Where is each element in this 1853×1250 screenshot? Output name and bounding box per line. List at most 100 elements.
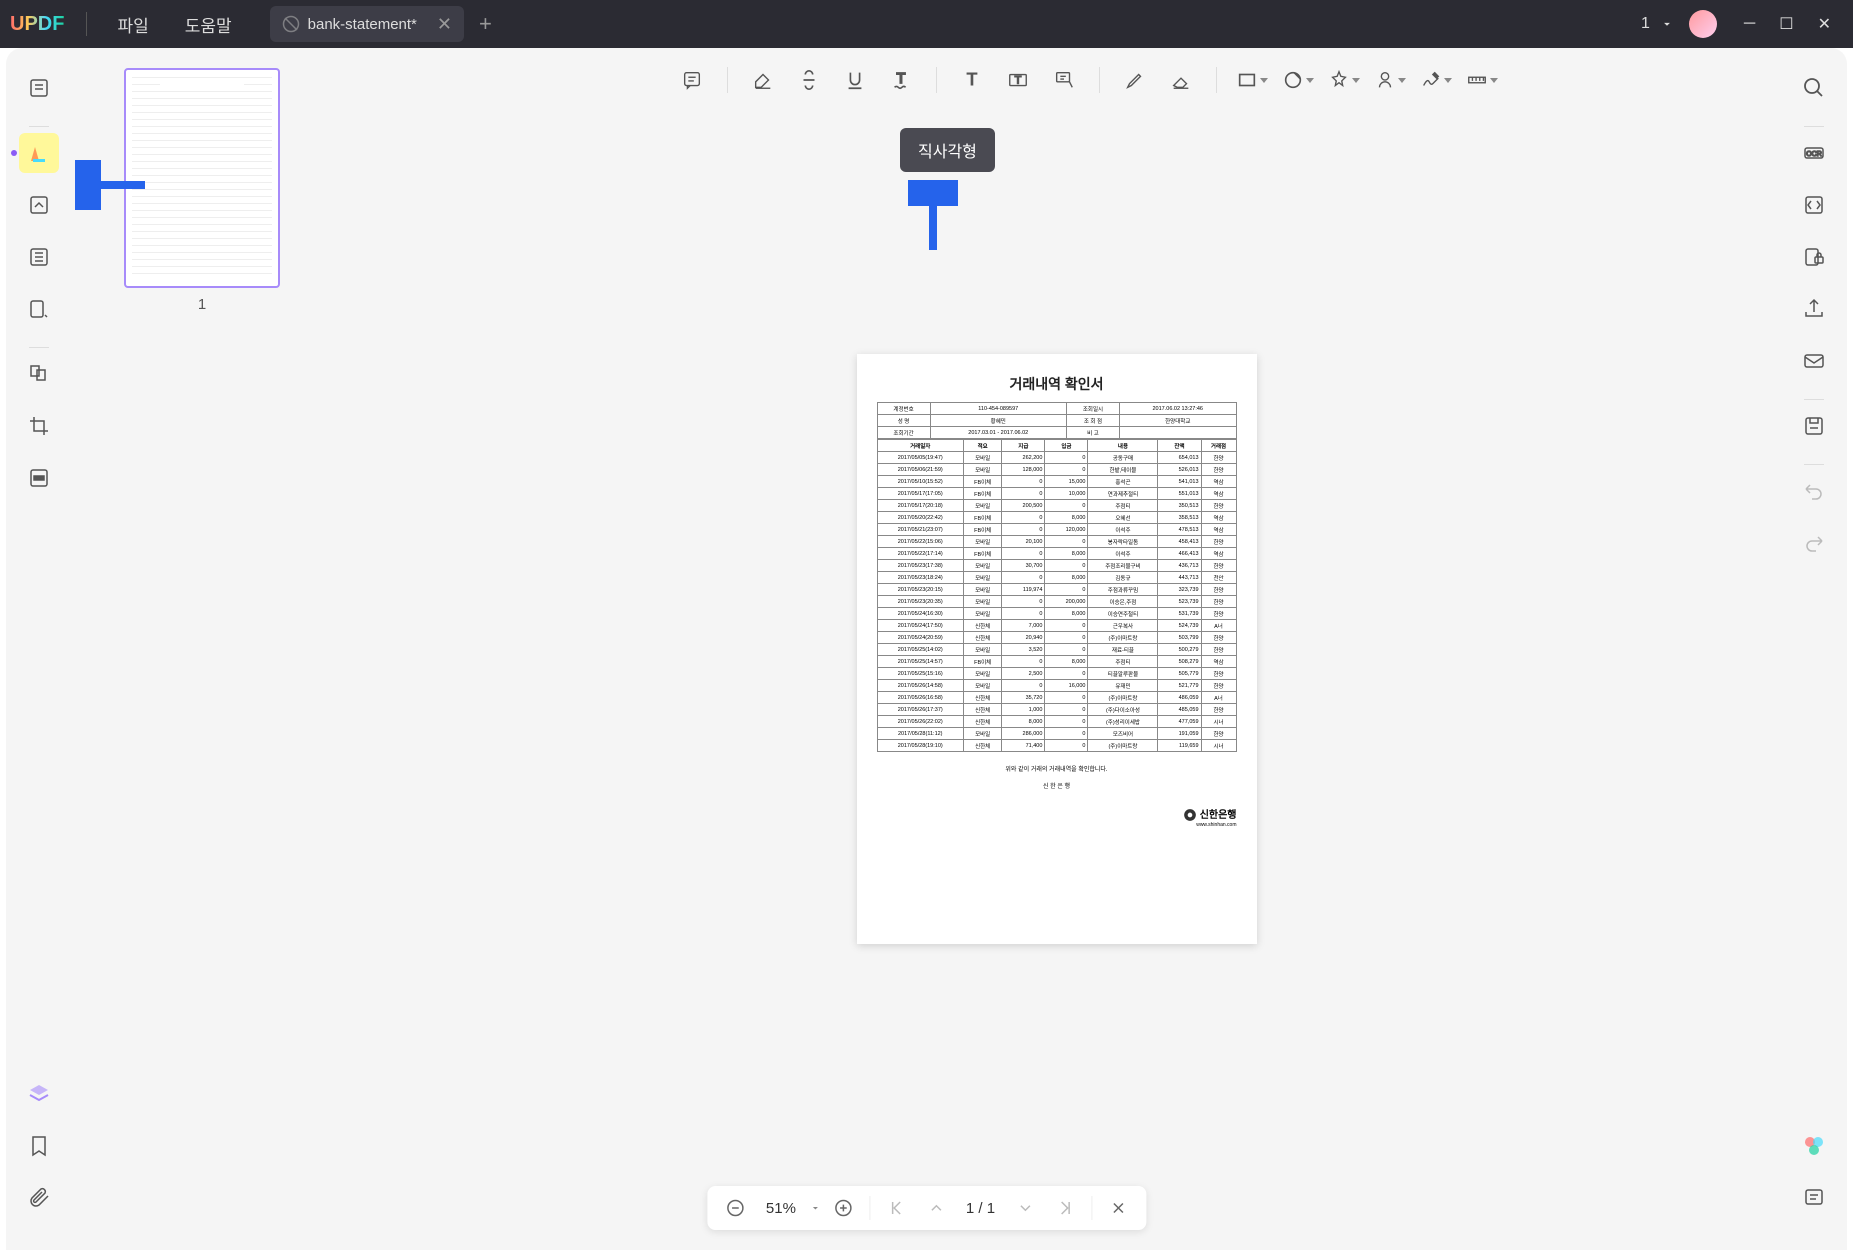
form-tool[interactable] [19, 237, 59, 277]
table-row: 2017/05/24(17:50)신한체7,0000근우복사524,739A너 [877, 620, 1236, 632]
zoom-dropdown-icon[interactable] [809, 1202, 821, 1214]
squiggly-tool[interactable]: T [882, 61, 920, 99]
pencil-tool[interactable] [1116, 61, 1154, 99]
share-icon[interactable] [1794, 289, 1834, 329]
textbox-tool[interactable]: T [999, 61, 1037, 99]
table-row: 2017/05/24(20:59)신한체20,9400(주)이마트랑503,79… [877, 632, 1236, 644]
table-row: 2017/05/20(22:42)FB이체08,000오혜선358,513역삼 [877, 512, 1236, 524]
zoom-level[interactable]: 51% [757, 1200, 805, 1217]
table-header: 내용 [1088, 440, 1158, 452]
reader-tool[interactable] [19, 68, 59, 108]
close-nav-icon[interactable] [1100, 1190, 1136, 1226]
menu-help[interactable]: 도움말 [185, 12, 232, 37]
email-icon[interactable] [1794, 341, 1834, 381]
chevron-down-icon[interactable] [1660, 17, 1674, 31]
table-row: 2017/05/23(17:38)모바일30,7000주점조리물구비436,71… [877, 560, 1236, 572]
text-tool[interactable]: T [953, 61, 991, 99]
table-row: 2017/05/22(15:06)모바일20,1000봉자락타일돔458,413… [877, 536, 1236, 548]
table-row: 2017/05/17(17:05)FB이체010,000연과제추절티551,01… [877, 488, 1236, 500]
avatar[interactable] [1689, 10, 1717, 38]
table-row: 2017/05/26(17:37)신한체1,0000(주)다이소아성485,05… [877, 704, 1236, 716]
sticker-tool[interactable] [1371, 61, 1409, 99]
thumbnail-panel: 1 [72, 48, 332, 1250]
first-page-icon[interactable] [878, 1190, 914, 1226]
table-row: 2017/05/23(18:24)모바일08,000김동규443,713천안 [877, 572, 1236, 584]
menu-file[interactable]: 파일 [117, 12, 148, 37]
last-page-icon[interactable] [1047, 1190, 1083, 1226]
bookmark-tool[interactable] [19, 1126, 59, 1166]
page-navigation: 51% 1 / 1 [707, 1186, 1146, 1230]
rectangle-tool[interactable] [1233, 61, 1271, 99]
page-indicator[interactable]: 1 / 1 [958, 1200, 1003, 1217]
maximize-icon[interactable]: ☐ [1767, 14, 1805, 34]
stamp-tool[interactable] [1325, 61, 1363, 99]
thumbnail-label: 1 [198, 296, 206, 313]
close-icon[interactable]: ✕ [1806, 14, 1843, 34]
prev-page-icon[interactable] [918, 1190, 954, 1226]
strikethrough-tool[interactable] [790, 61, 828, 99]
comment-tool[interactable] [19, 133, 59, 173]
arrow-annotation [75, 160, 155, 210]
next-page-icon[interactable] [1007, 1190, 1043, 1226]
table-row: 2017/05/28(11:12)모바일286,0000모즈비어191,059한… [877, 728, 1236, 740]
table-row: 2017/05/23(20:15)모바일119,9740주점과류꾸밈323,73… [877, 584, 1236, 596]
tooltip: 직사각형 [900, 128, 995, 172]
note-tool[interactable] [673, 61, 711, 99]
table-row: 2017/05/25(14:02)모바일3,5200재료-티끌500,279한양 [877, 644, 1236, 656]
edit-tool[interactable] [19, 185, 59, 225]
left-sidebar [6, 48, 72, 1250]
titlebar: UPDF 파일 도움말 bank-statement* ✕ + 1 ─ ☐ ✕ [0, 0, 1853, 48]
doc-bank-center: 신 한 은 행 [877, 781, 1237, 790]
fill-sign-tool[interactable] [19, 289, 59, 329]
redact-tool[interactable] [19, 458, 59, 498]
table-row: 2017/05/26(14:58)모바일016,000유재민521,779한양 [877, 680, 1236, 692]
table-row: 2017/05/10(15:52)FB이체015,000홍석곤541,013역삼 [877, 476, 1236, 488]
svg-text:T: T [966, 69, 977, 90]
convert-icon[interactable] [1794, 185, 1834, 225]
attachment-tool[interactable] [19, 1178, 59, 1218]
table-row: 2017/05/06(21:59)모바일128,0000한밭,테이블526,01… [877, 464, 1236, 476]
minimize-icon[interactable]: ─ [1732, 15, 1767, 33]
signature-tool[interactable] [1417, 61, 1455, 99]
page-count[interactable]: 1 [1641, 15, 1650, 33]
svg-text:OCR: OCR [1806, 151, 1822, 158]
eraser-tool[interactable] [1162, 61, 1200, 99]
annotation-toolbar: T T T [400, 56, 1773, 104]
protect-icon[interactable] [1794, 237, 1834, 277]
undo-icon[interactable] [1794, 471, 1834, 511]
layers-tool[interactable] [19, 1074, 59, 1114]
right-sidebar: OCR [1781, 48, 1847, 1250]
callout-tool[interactable] [1045, 61, 1083, 99]
search-icon[interactable] [1794, 68, 1834, 108]
document-viewer: 거래내역 확인서 계정번호 110-454-089597 조회일시 2017.0… [332, 48, 1781, 1250]
zoom-in-icon[interactable] [825, 1190, 861, 1226]
document-page[interactable]: 거래내역 확인서 계정번호 110-454-089597 조회일시 2017.0… [857, 354, 1257, 944]
table-header: 입금 [1045, 440, 1088, 452]
crop-tool[interactable] [19, 406, 59, 446]
svg-text:T: T [1014, 75, 1021, 87]
table-row: 2017/05/21(23:07)FB이체0120,000이석주478,513역… [877, 524, 1236, 536]
comment-list-icon[interactable] [1794, 1178, 1834, 1218]
zoom-out-icon[interactable] [717, 1190, 753, 1226]
table-row: 2017/05/24(16:30)모바일08,000이승연주철티531,739한… [877, 608, 1236, 620]
underline-tool[interactable] [836, 61, 874, 99]
doc-title: 거래내역 확인서 [877, 374, 1237, 394]
table-row: 2017/05/26(22:02)신한체8,0000(주)성리이세밥477,05… [877, 716, 1236, 728]
tab-add-icon[interactable]: + [479, 11, 492, 37]
app-logo: UPDF [10, 13, 64, 36]
shape-tool[interactable] [1279, 61, 1317, 99]
arrow-annotation [908, 180, 958, 260]
measure-tool[interactable] [1463, 61, 1501, 99]
save-icon[interactable] [1794, 406, 1834, 446]
ocr-icon[interactable]: OCR [1794, 133, 1834, 173]
table-row: 2017/05/25(14:57)FB이체08,000주점티508,279역삼 [877, 656, 1236, 668]
table-header: 적요 [963, 440, 1001, 452]
organize-tool[interactable] [19, 354, 59, 394]
table-header: 잔액 [1158, 440, 1201, 452]
tab-close-icon[interactable]: ✕ [437, 14, 452, 35]
redo-icon[interactable] [1794, 523, 1834, 563]
divider [86, 12, 87, 36]
highlight-tool[interactable] [744, 61, 782, 99]
ai-icon[interactable] [1794, 1126, 1834, 1166]
document-tab[interactable]: bank-statement* ✕ [270, 6, 464, 42]
